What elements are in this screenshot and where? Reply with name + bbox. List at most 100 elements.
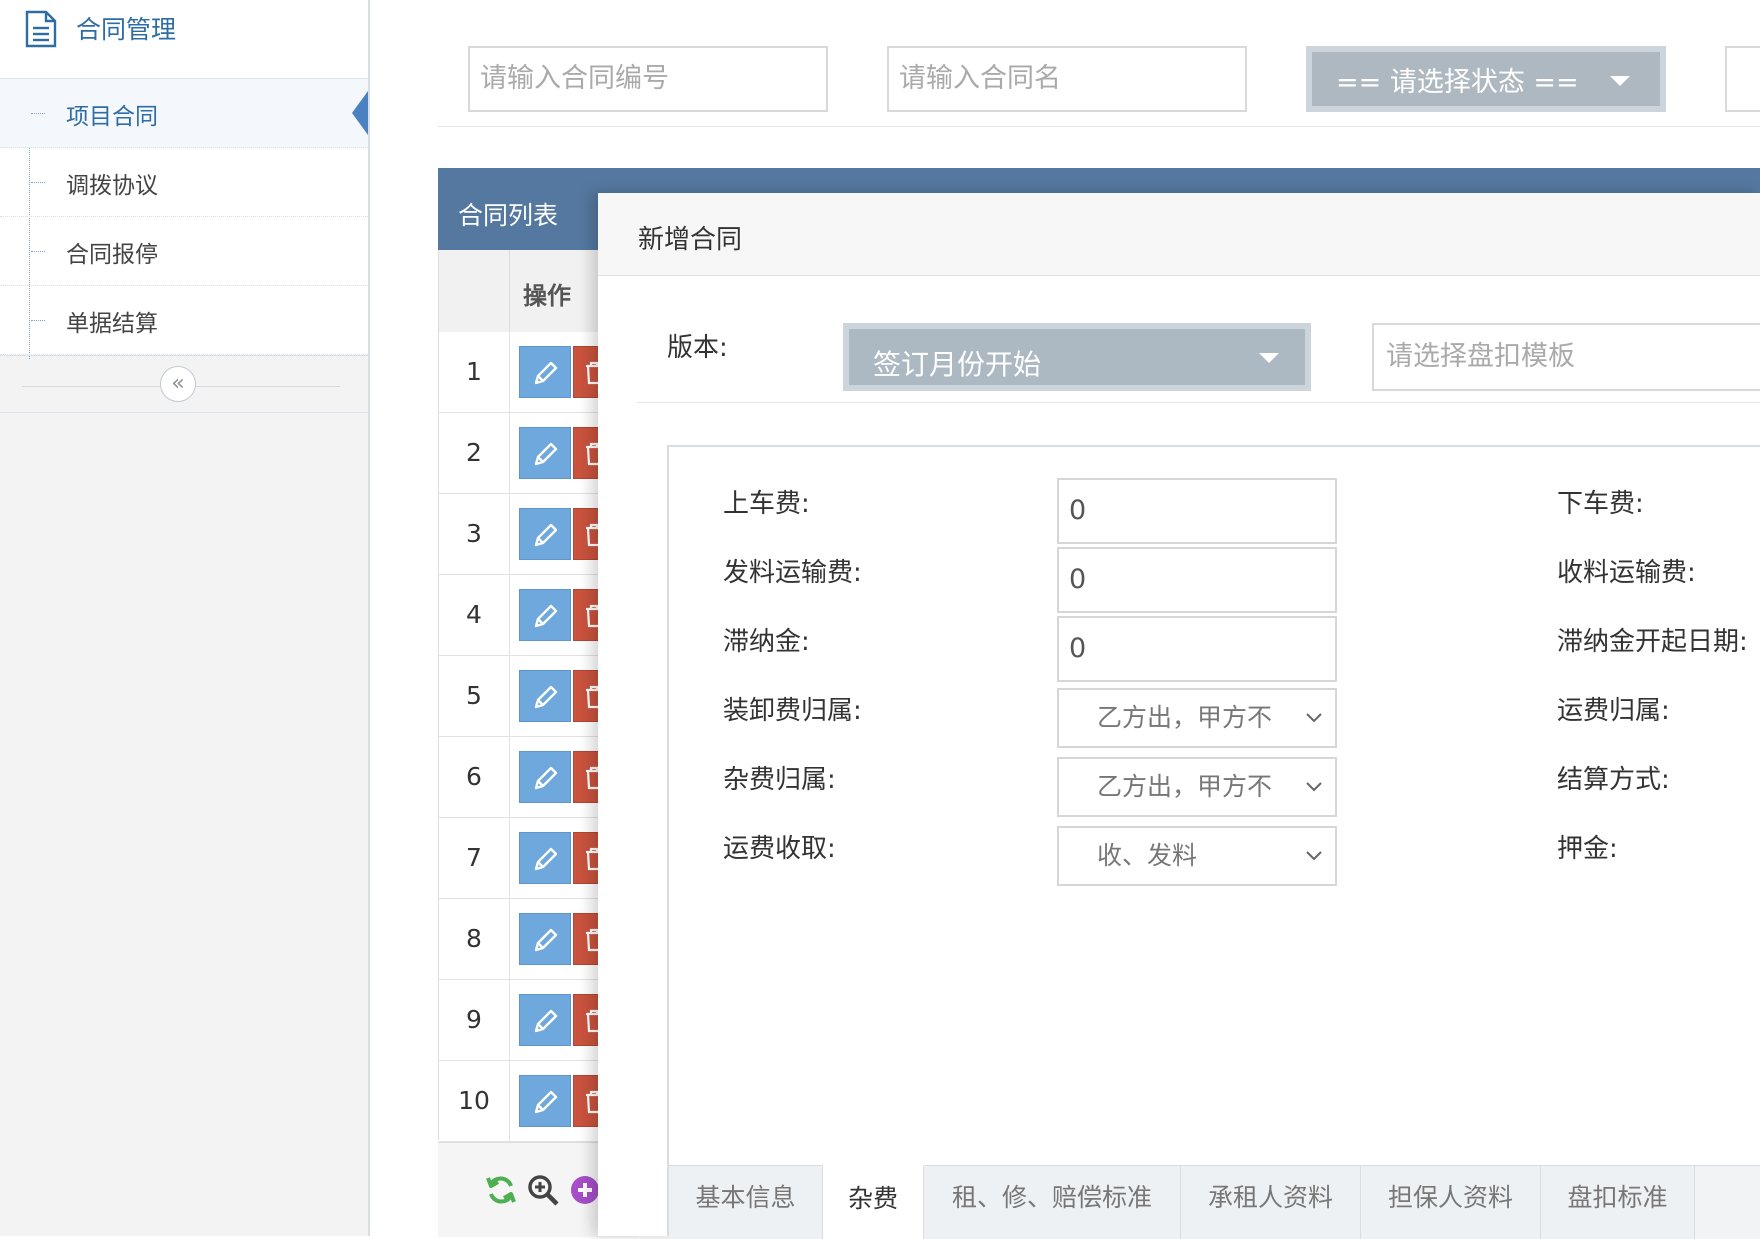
extra-filter-field[interactable]: [1725, 46, 1760, 112]
row-number: 10: [439, 1061, 510, 1141]
input-value: 0: [1069, 564, 1087, 595]
row-number: 9: [439, 980, 510, 1060]
handling-fee-owner-select[interactable]: 乙方出，甲方不: [1057, 688, 1337, 748]
unloading-fee-label: 下车费:: [1557, 489, 1644, 519]
sidebar-item-bill-settlement[interactable]: 单据结算: [0, 286, 368, 355]
late-fee-label: 滞纳金:: [723, 627, 810, 657]
divider: [637, 402, 1760, 403]
template-select-input[interactable]: 请选择盘扣模板: [1372, 323, 1760, 391]
freight-collection-select[interactable]: 收、发料: [1057, 826, 1337, 886]
row-number: 7: [439, 818, 510, 898]
sidebar-item-label: 项目合同: [66, 104, 158, 130]
pencil-icon: [534, 604, 558, 628]
tab-label: 基本信息: [695, 1183, 796, 1212]
misc-fee-owner-select[interactable]: 乙方出，甲方不: [1057, 757, 1337, 817]
version-select[interactable]: 签订月份开始: [843, 323, 1311, 391]
status-select[interactable]: == 请选择状态 ==: [1306, 46, 1666, 112]
dialog-title-bar[interactable]: 新增合同: [598, 193, 1760, 276]
pencil-icon: [534, 361, 558, 385]
misc-fee-owner-label: 杂费归属:: [723, 765, 836, 795]
input-placeholder: 请选择盘扣模板: [1386, 341, 1575, 372]
chevron-down-icon: [1306, 851, 1322, 861]
collapse-sidebar-button[interactable]: «: [160, 366, 196, 402]
caret-down-icon: [1610, 76, 1630, 86]
row-number: 6: [439, 737, 510, 817]
sidebar-item-transfer-agreement[interactable]: 调拨协议: [0, 148, 368, 217]
sidebar-title: 合同管理: [76, 15, 177, 44]
add-contract-dialog: 新增合同 版本: 签订月份开始 请选择盘扣模板 上车费: 发料运输费: 滞纳金:…: [598, 193, 1760, 1239]
pencil-icon: [534, 847, 558, 871]
caret-down-icon: [1259, 353, 1279, 363]
sidebar-collapse-bar: «: [0, 360, 368, 413]
refresh-icon[interactable]: [484, 1173, 518, 1207]
add-circle-icon[interactable]: [568, 1173, 602, 1207]
settlement-method-label: 结算方式:: [1557, 765, 1670, 795]
row-number: 4: [439, 575, 510, 655]
sidebar-item-label: 调拨协议: [66, 173, 158, 199]
deposit-label: 押金:: [1557, 834, 1618, 864]
tab-label: 担保人资料: [1387, 1183, 1513, 1212]
chevron-down-icon: [1306, 713, 1322, 723]
tree-tick: [31, 113, 45, 114]
select-value: == 请选择状态 ==: [1336, 67, 1579, 98]
sidebar-item-project-contract[interactable]: 项目合同: [0, 79, 368, 148]
tab-lessee-info[interactable]: 承租人资料: [1181, 1166, 1361, 1239]
boarding-fee-input[interactable]: 0: [1057, 478, 1337, 544]
edit-button[interactable]: [519, 994, 571, 1046]
select-value: 乙方出，甲方不: [1097, 772, 1273, 801]
edit-button[interactable]: [519, 589, 571, 641]
freight-collection-label: 运费收取:: [723, 834, 836, 864]
sidebar: 合同管理 项目合同 调拨协议 合同报停 单据结算 «: [0, 0, 370, 1236]
tab-guarantor-info[interactable]: 担保人资料: [1361, 1166, 1541, 1239]
late-fee-input[interactable]: 0: [1057, 616, 1337, 682]
handling-fee-owner-label: 装卸费归属:: [723, 696, 862, 726]
edit-button[interactable]: [519, 427, 571, 479]
row-number: 5: [439, 656, 510, 736]
tab-misc-fees[interactable]: 杂费: [823, 1165, 924, 1239]
double-chevron-left-icon: «: [171, 371, 185, 396]
zoom-in-icon[interactable]: [526, 1173, 560, 1207]
pencil-icon: [534, 766, 558, 790]
dialog-title: 新增合同: [638, 225, 743, 255]
grid-title: 合同列表: [458, 201, 559, 230]
version-label: 版本:: [667, 333, 728, 363]
tree-tick: [31, 320, 45, 321]
tab-basic-info[interactable]: 基本信息: [669, 1166, 823, 1239]
input-placeholder: 请输入合同编号: [480, 63, 669, 94]
select-value: 签订月份开始: [873, 348, 1042, 381]
input-value: 0: [1069, 495, 1087, 526]
edit-button[interactable]: [519, 670, 571, 722]
tab-rental-repair-compensation[interactable]: 租、修、赔偿标准: [924, 1166, 1181, 1239]
row-number: 1: [439, 332, 510, 412]
contract-name-input[interactable]: 请输入合同名: [887, 46, 1247, 112]
late-fee-start-date-label: 滞纳金开起日期:: [1557, 627, 1748, 657]
divider: [438, 126, 1760, 127]
sidebar-item-label: 合同报停: [66, 242, 158, 268]
document-icon: [25, 10, 57, 48]
edit-button[interactable]: [519, 751, 571, 803]
pencil-icon: [534, 442, 558, 466]
tab-label: 租、修、赔偿标准: [951, 1183, 1152, 1212]
edit-button[interactable]: [519, 508, 571, 560]
sidebar-item-contract-suspension[interactable]: 合同报停: [0, 217, 368, 286]
receiving-freight-label: 收料运输费:: [1557, 558, 1696, 588]
tab-scaffold-standard[interactable]: 盘扣标准: [1541, 1166, 1695, 1239]
tab-label: 承租人资料: [1207, 1183, 1333, 1212]
tab-label: 杂费: [847, 1184, 898, 1213]
pencil-icon: [534, 523, 558, 547]
pencil-icon: [534, 1090, 558, 1114]
dispatch-freight-input[interactable]: 0: [1057, 547, 1337, 613]
sidebar-header[interactable]: 合同管理: [0, 0, 368, 79]
contract-number-input[interactable]: 请输入合同编号: [468, 46, 828, 112]
edit-button[interactable]: [519, 1075, 571, 1127]
sidebar-menu: 项目合同 调拨协议 合同报停 单据结算: [0, 79, 368, 359]
edit-button[interactable]: [519, 913, 571, 965]
row-number-header: [439, 250, 510, 332]
input-value: 0: [1069, 633, 1087, 664]
row-number: 8: [439, 899, 510, 979]
select-value: 乙方出，甲方不: [1097, 703, 1273, 732]
tree-tick: [31, 251, 45, 252]
edit-button[interactable]: [519, 346, 571, 398]
edit-button[interactable]: [519, 832, 571, 884]
freight-owner-label: 运费归属:: [1557, 696, 1670, 726]
